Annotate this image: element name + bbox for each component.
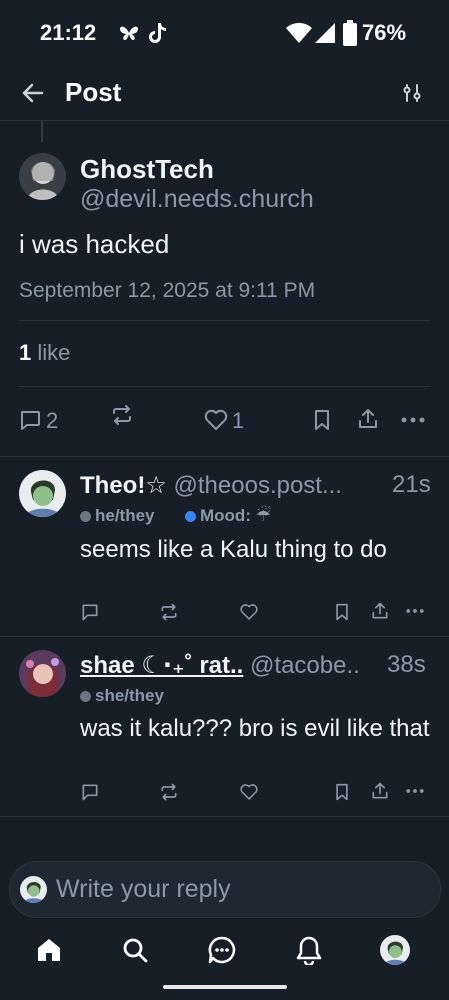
signal-icon	[315, 23, 335, 43]
reply-author[interactable]: Theo!☆ @theoos.post...	[80, 471, 342, 500]
likes-label: like	[31, 340, 71, 365]
chat-icon[interactable]	[207, 935, 237, 965]
reply-input-placeholder[interactable]: Write your reply	[56, 875, 231, 904]
arrow-left-icon[interactable]	[20, 80, 46, 106]
repost-icon[interactable]	[159, 782, 179, 802]
heart-icon[interactable]	[239, 602, 259, 622]
bookmark-icon[interactable]	[333, 602, 351, 622]
status-time: 21:12	[40, 20, 97, 45]
reply-author-name: Theo!☆	[80, 472, 167, 499]
divider	[19, 386, 430, 387]
reply-icon[interactable]	[80, 782, 100, 802]
share-icon[interactable]	[356, 407, 380, 431]
reply-author-handle: @tacobe..	[250, 652, 360, 679]
divider	[0, 636, 449, 637]
divider	[19, 320, 430, 321]
butterfly-icon	[120, 26, 138, 40]
bell-icon[interactable]	[296, 935, 322, 965]
pronoun-tag: she/they	[80, 686, 164, 706]
post-author-name[interactable]: GhostTech	[80, 154, 214, 185]
likes-number: 1	[19, 340, 32, 365]
sliders-icon[interactable]	[401, 82, 423, 104]
status-bar: 21:12 76%	[0, 0, 449, 66]
share-icon[interactable]	[370, 781, 390, 801]
reply-composer[interactable]: Write your reply	[9, 861, 441, 918]
post-date: September 12, 2025 at 9:11 PM	[19, 279, 316, 302]
heart-icon[interactable]	[239, 782, 259, 802]
reply-author-handle: @theoos.post...	[173, 472, 342, 499]
more-icon[interactable]	[400, 416, 426, 424]
post-author-handle[interactable]: @devil.needs.church	[80, 185, 314, 214]
avatar[interactable]	[19, 470, 66, 517]
repost-icon[interactable]	[110, 403, 134, 427]
reply-time: 21s	[392, 471, 431, 498]
avatar[interactable]	[19, 650, 66, 697]
divider	[0, 456, 449, 457]
divider	[0, 816, 449, 817]
home-indicator[interactable]	[163, 985, 287, 989]
post-text: i was hacked	[19, 229, 170, 259]
tiktok-icon	[149, 23, 166, 43]
reply-author[interactable]: shae ☾⋅₊˚ rat.. @tacobe..	[80, 651, 360, 680]
likes-count[interactable]: 1 like	[19, 340, 70, 366]
heart-icon[interactable]	[203, 408, 229, 432]
wifi-icon	[286, 22, 312, 43]
reply-count: 2	[46, 408, 59, 433]
avatar[interactable]	[19, 153, 66, 200]
repost-icon[interactable]	[159, 602, 179, 622]
home-icon[interactable]	[35, 936, 63, 964]
share-icon[interactable]	[370, 601, 390, 621]
mood-tag: Mood: ☔	[185, 506, 271, 526]
reply-author-name: shae ☾⋅₊˚ rat..	[80, 652, 244, 679]
profile-avatar[interactable]	[380, 935, 410, 965]
page-title: Post	[65, 77, 122, 107]
reply-text: seems like a Kalu thing to do	[80, 536, 387, 563]
reply-icon[interactable]	[80, 602, 100, 622]
battery-icon	[343, 20, 357, 46]
thread-line	[41, 120, 43, 142]
reply-icon[interactable]	[18, 408, 42, 432]
reply-text: was it kalu??? bro is evil like that	[80, 715, 430, 742]
avatar	[20, 876, 47, 903]
bookmark-icon[interactable]	[311, 408, 333, 432]
like-count: 1	[232, 408, 245, 433]
battery-percent: 76%	[362, 20, 407, 45]
pronoun-tag: he/they	[80, 506, 155, 526]
more-icon[interactable]	[405, 608, 425, 614]
search-icon[interactable]	[121, 936, 149, 964]
reply-time: 38s	[387, 651, 426, 678]
more-icon[interactable]	[405, 788, 425, 794]
post-header: Post	[0, 66, 449, 121]
bookmark-icon[interactable]	[333, 782, 351, 802]
